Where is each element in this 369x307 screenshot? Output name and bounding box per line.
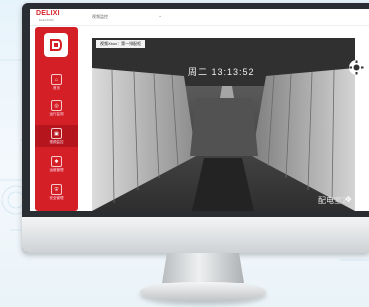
sidebar-item-label: 安全管理	[49, 196, 64, 200]
monitor-chin	[22, 217, 369, 253]
gear-icon[interactable]	[348, 59, 365, 76]
home-icon: ⌂	[51, 74, 62, 85]
sidebar: ⌂ 首页 ◎ 运行监测 ▣ 视频监控 ✱ 运维管理 ⛨ 安全管理	[35, 27, 78, 211]
monitor-stand-neck	[162, 253, 244, 283]
monitor-icon: ◎	[51, 100, 62, 111]
camera-timestamp: 周二 13:13:52	[188, 67, 255, 77]
sidebar-item-home[interactable]: ⌂ 首页	[35, 71, 78, 93]
breadcrumb[interactable]: 视频监控	[92, 14, 108, 20]
chevron-down-icon[interactable]: ⌄	[158, 13, 162, 19]
camera-feed[interactable]: 视频Xbox：第一排配柜	[92, 38, 355, 211]
sidebar-item-label: 运行监测	[49, 112, 64, 116]
app-screen: DELIXI ELECTRIC 视频监控 ⌄ ⌂ 首页 ◎ 运行监测 ▣ 视频监…	[30, 9, 369, 211]
brand-logo: DELIXI	[36, 10, 60, 17]
sidebar-item-safety[interactable]: ⛨ 安全管理	[35, 181, 78, 203]
monitor-frame: DELIXI ELECTRIC 视频监控 ⌄ ⌂ 首页 ◎ 运行监测 ▣ 视频监…	[22, 3, 369, 253]
brand-logo-sub: ELECTRIC	[39, 18, 54, 22]
sidebar-item-label: 运维管理	[49, 168, 64, 172]
sidebar-item-video[interactable]: ▣ 视频监控	[35, 125, 78, 147]
camera-panel-title: 视频Xbox：第一排配柜	[96, 40, 146, 48]
top-bar: DELIXI ELECTRIC 视频监控 ⌄	[30, 9, 369, 26]
sidebar-item-label: 首页	[53, 86, 60, 90]
ptz-control-icon[interactable]: ✥	[345, 195, 352, 204]
sidebar-item-label: 视频监控	[49, 140, 64, 144]
camera-icon: ▣	[51, 128, 62, 139]
shield-icon: ⛨	[51, 184, 62, 195]
camera-location-label: 配电室2	[318, 196, 347, 205]
app-logo-icon	[44, 33, 68, 57]
sidebar-item-monitoring[interactable]: ◎ 运行监测	[35, 97, 78, 119]
camera-image	[92, 38, 355, 211]
sidebar-item-maintenance[interactable]: ✱ 运维管理	[35, 153, 78, 175]
tool-icon: ✱	[51, 156, 62, 167]
monitor-stand-base	[140, 282, 266, 302]
